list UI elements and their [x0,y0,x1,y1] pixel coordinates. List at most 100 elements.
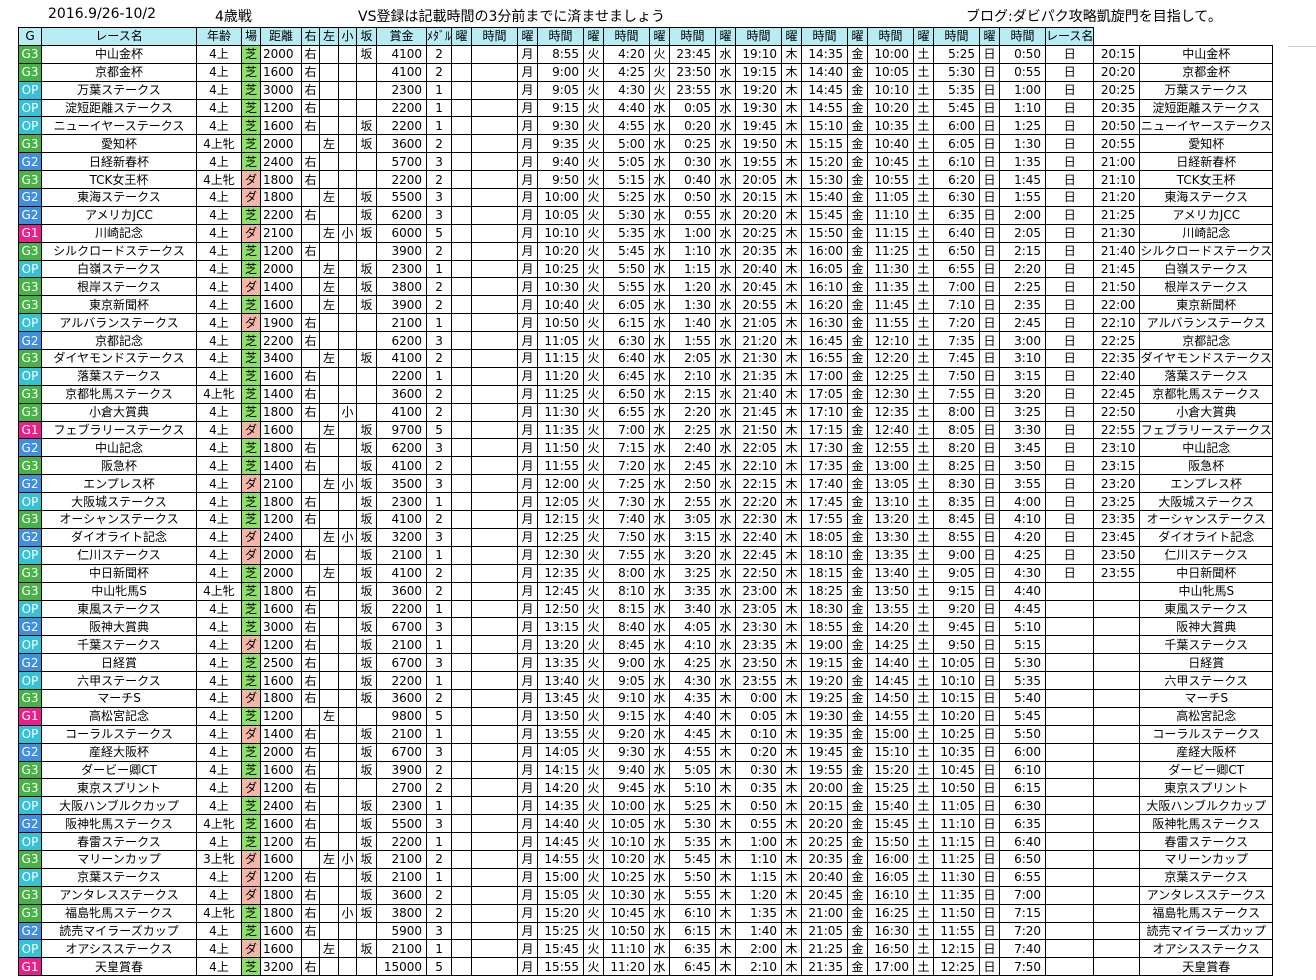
cell: 4上 [196,957,242,977]
weekday-cell [1045,939,1095,959]
grade-badge: OP [18,545,42,565]
weekday-cell: 水 [649,420,671,440]
weekday-cell: 月 [517,349,539,368]
time-cell [471,474,519,494]
time-cell: 8:05 [933,420,981,440]
grade-badge: OP [18,116,42,136]
time-cell: 11:05 [867,188,915,207]
weekday-cell: 火 [583,456,605,476]
cell: 坂 [356,44,377,64]
weekday-cell: 月 [517,867,539,887]
medal-cell: 5 [425,957,453,977]
prize-cell: 6200 [376,438,427,458]
grade-badge: OP [18,599,42,619]
distance-cell: 1600 [260,599,302,619]
time-cell: 12:25 [933,957,981,977]
time-cell: 7:55 [603,545,651,565]
weekday-cell: 土 [913,760,935,780]
time-cell: 10:45 [603,903,651,923]
surface-cell: 芝 [241,152,261,172]
column-header: 時間 [801,27,849,46]
cell: 左 [319,939,339,959]
time-cell: 19:55 [801,760,849,780]
weekday-cell [451,867,473,887]
time-cell: 21:00 [1093,152,1141,172]
time-cell: 11:30 [537,402,585,422]
time-cell: 7:40 [999,939,1047,959]
time-cell: 1:20 [669,277,717,297]
weekday-cell [451,152,473,172]
time-cell: 12:35 [537,563,585,583]
weekday-cell: 日 [979,474,1001,494]
distance-cell: 1800 [260,170,302,190]
weekday-cell [451,527,473,547]
cell: 右 [301,885,320,905]
surface-cell: 芝 [241,98,261,118]
time-cell: 9:15 [603,706,651,726]
grade-badge: G3 [18,456,42,476]
race-name-right: 京都記念 [1139,331,1274,351]
cell: 坂 [356,635,377,655]
time-cell: 12:55 [867,438,915,458]
column-header: 時間 [669,27,717,46]
time-cell: 5:15 [603,170,651,190]
time-cell: 11:10 [933,814,981,834]
time-cell: 19:50 [735,134,783,154]
weekday-cell: 金 [847,635,869,655]
time-cell: 17:00 [867,957,915,977]
weekday-cell: 月 [517,635,539,655]
weekday-cell: 木 [781,98,803,118]
cell: 4上 [196,44,242,64]
time-cell: 0:20 [735,742,783,762]
time-cell [471,188,519,207]
time-cell: 13:55 [867,599,915,619]
race-name-right: オーシャンステークス [1139,510,1274,529]
time-cell [471,921,519,941]
time-cell: 15:20 [801,152,849,172]
cell: 4上 [196,635,242,655]
weekday-cell: 火 [583,832,605,851]
weekday-cell: 水 [649,599,671,619]
time-cell: 10:45 [933,760,981,780]
medal-cell: 2 [425,241,453,261]
weekday-cell: 日 [979,313,1001,333]
weekday-cell: 日 [1045,420,1095,440]
time-cell: 6:35 [669,939,717,959]
grade-badge: G3 [18,688,42,708]
distance-cell: 1200 [260,706,302,726]
cell [338,492,357,512]
weekday-cell [451,349,473,368]
cell [338,384,357,404]
time-cell: 12:10 [867,331,915,351]
time-cell: 2:25 [999,277,1047,297]
cell: 坂 [356,939,377,959]
grade-badge: G2 [18,653,42,673]
race-name-right: エンプレス杯 [1139,474,1274,494]
race-name-right: ニューイヤーステークス [1139,116,1274,136]
column-header: 右 [301,27,320,46]
time-cell: 0:55 [669,205,717,225]
weekday-cell: 水 [649,438,671,458]
cell [338,706,357,726]
race-name-right: 根岸ステークス [1139,277,1274,297]
prize-cell: 2300 [376,80,427,100]
weekday-cell: 日 [979,832,1001,851]
weekday-cell: 月 [517,832,539,851]
weekday-cell: 木 [781,241,803,261]
cell [356,241,377,261]
time-cell: 11:20 [603,957,651,977]
table-row: G2 ダイオライト記念 4上ダ 2400 左小坂 3200 3 月 12:25 火 7:50 水 3:1… [18,527,1274,547]
weekday-cell: 日 [979,366,1001,386]
race-name-right: 阪急杯 [1139,456,1274,476]
cell [301,188,320,207]
grade-badge: G2 [18,188,42,207]
time-cell: 10:30 [603,885,651,905]
weekday-cell: 金 [847,349,869,368]
cell: 4上 [196,688,242,708]
table-row: OP コーラルステークス 4上ダ 1400 右坂 2100 1 月 13:55 火 9:20 水 4:4… [18,724,1274,744]
weekday-cell: 水 [715,62,737,82]
weekday-cell: 土 [913,134,935,154]
surface-cell: ダ [241,170,261,190]
race-name-right: 中山牝馬S [1139,581,1274,601]
time-cell: 1:30 [669,295,717,315]
